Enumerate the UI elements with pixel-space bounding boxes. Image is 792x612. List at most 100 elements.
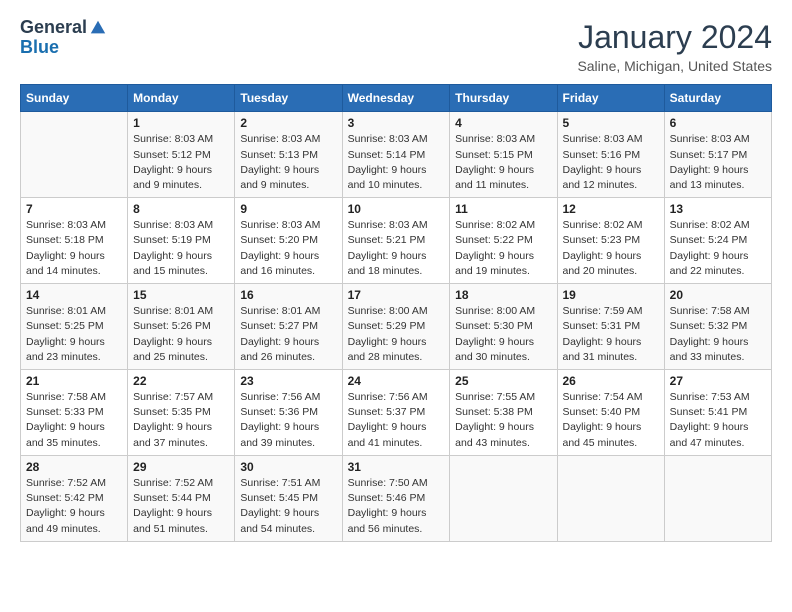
day-number: 2 [240, 116, 336, 130]
day-info: Sunrise: 8:03 AMSunset: 5:19 PMDaylight:… [133, 218, 229, 279]
calendar-week-1: 1 Sunrise: 8:03 AMSunset: 5:12 PMDaylight… [21, 112, 772, 198]
day-number: 30 [240, 460, 336, 474]
day-number: 12 [563, 202, 659, 216]
day-number: 20 [670, 288, 766, 302]
calendar-cell: 16 Sunrise: 8:01 AMSunset: 5:27 PMDayligh… [235, 284, 342, 370]
day-number: 15 [133, 288, 229, 302]
day-number: 19 [563, 288, 659, 302]
calendar-cell: 24 Sunrise: 7:56 AMSunset: 5:37 PMDayligh… [342, 370, 450, 456]
day-info: Sunrise: 8:03 AMSunset: 5:13 PMDaylight:… [240, 132, 336, 193]
calendar-cell: 14Sunrise: 8:01 AMSunset: 5:25 PMDayligh… [21, 284, 128, 370]
day-number: 26 [563, 374, 659, 388]
logo-general: General [20, 18, 87, 38]
calendar-cell: 3 Sunrise: 8:03 AMSunset: 5:14 PMDaylight… [342, 112, 450, 198]
day-number: 21 [26, 374, 122, 388]
calendar-cell: 18Sunrise: 8:00 AMSunset: 5:30 PMDayligh… [450, 284, 557, 370]
calendar-cell: 12 Sunrise: 8:02 AMSunset: 5:23 PMDayligh… [557, 198, 664, 284]
calendar-cell: 27 Sunrise: 7:53 AMSunset: 5:41 PMDayligh… [664, 370, 771, 456]
day-info: Sunrise: 8:03 AMSunset: 5:14 PMDaylight:… [348, 132, 445, 193]
calendar-cell: 6 Sunrise: 8:03 AMSunset: 5:17 PMDaylight… [664, 112, 771, 198]
day-number: 31 [348, 460, 445, 474]
calendar-cell: 19 Sunrise: 7:59 AMSunset: 5:31 PMDayligh… [557, 284, 664, 370]
day-info: Sunrise: 8:03 AMSunset: 5:17 PMDaylight:… [670, 132, 766, 193]
header-saturday: Saturday [664, 85, 771, 112]
calendar-cell: 10 Sunrise: 8:03 AMSunset: 5:21 PMDayligh… [342, 198, 450, 284]
calendar-cell: 29Sunrise: 7:52 AMSunset: 5:44 PMDayligh… [128, 455, 235, 541]
day-number: 24 [348, 374, 445, 388]
logo: General Blue [20, 18, 107, 58]
calendar-header: Sunday Monday Tuesday Wednesday Thursday… [21, 85, 772, 112]
calendar-cell: 21 Sunrise: 7:58 AMSunset: 5:33 PMDayligh… [21, 370, 128, 456]
calendar-cell: 1 Sunrise: 8:03 AMSunset: 5:12 PMDaylight… [128, 112, 235, 198]
day-number: 16 [240, 288, 336, 302]
day-number: 4 [455, 116, 551, 130]
day-info: Sunrise: 8:01 AMSunset: 5:25 PMDaylight:… [26, 304, 122, 365]
calendar-cell: 13 Sunrise: 8:02 AMSunset: 5:24 PMDayligh… [664, 198, 771, 284]
day-number: 9 [240, 202, 336, 216]
header-wednesday: Wednesday [342, 85, 450, 112]
calendar-cell: 9 Sunrise: 8:03 AMSunset: 5:20 PMDaylight… [235, 198, 342, 284]
day-info: Sunrise: 7:59 AMSunset: 5:31 PMDaylight:… [563, 304, 659, 365]
day-number: 18 [455, 288, 551, 302]
calendar-cell: 31Sunrise: 7:50 AMSunset: 5:46 PMDayligh… [342, 455, 450, 541]
day-info: Sunrise: 7:52 AMSunset: 5:44 PMDaylight:… [133, 476, 229, 537]
location-subtitle: Saline, Michigan, United States [577, 58, 772, 74]
calendar-cell: 7 Sunrise: 8:03 AMSunset: 5:18 PMDaylight… [21, 198, 128, 284]
day-info: Sunrise: 8:03 AMSunset: 5:21 PMDaylight:… [348, 218, 445, 279]
header-tuesday: Tuesday [235, 85, 342, 112]
calendar-cell: 5Sunrise: 8:03 AMSunset: 5:16 PMDaylight… [557, 112, 664, 198]
header-friday: Friday [557, 85, 664, 112]
day-info: Sunrise: 7:56 AMSunset: 5:36 PMDaylight:… [240, 390, 336, 451]
calendar-cell: 30 Sunrise: 7:51 AMSunset: 5:45 PMDayligh… [235, 455, 342, 541]
day-number: 11 [455, 202, 551, 216]
logo-icon [89, 19, 107, 37]
day-number: 28 [26, 460, 122, 474]
day-info: Sunrise: 7:53 AMSunset: 5:41 PMDaylight:… [670, 390, 766, 451]
day-info: Sunrise: 8:02 AMSunset: 5:24 PMDaylight:… [670, 218, 766, 279]
day-number: 13 [670, 202, 766, 216]
day-info: Sunrise: 8:02 AMSunset: 5:23 PMDaylight:… [563, 218, 659, 279]
day-info: Sunrise: 8:03 AMSunset: 5:18 PMDaylight:… [26, 218, 122, 279]
calendar-cell: 2 Sunrise: 8:03 AMSunset: 5:13 PMDaylight… [235, 112, 342, 198]
page: General Blue January 2024 Saline, Michig… [0, 0, 792, 612]
day-number: 6 [670, 116, 766, 130]
day-info: Sunrise: 7:56 AMSunset: 5:37 PMDaylight:… [348, 390, 445, 451]
day-number: 1 [133, 116, 229, 130]
day-info: Sunrise: 8:03 AMSunset: 5:16 PMDaylight:… [563, 132, 659, 193]
day-number: 25 [455, 374, 551, 388]
month-title: January 2024 [577, 18, 772, 56]
day-number: 3 [348, 116, 445, 130]
day-number: 10 [348, 202, 445, 216]
calendar-cell: 20 Sunrise: 7:58 AMSunset: 5:32 PMDayligh… [664, 284, 771, 370]
title-block: January 2024 Saline, Michigan, United St… [577, 18, 772, 74]
day-info: Sunrise: 7:57 AMSunset: 5:35 PMDaylight:… [133, 390, 229, 451]
day-number: 27 [670, 374, 766, 388]
day-info: Sunrise: 7:55 AMSunset: 5:38 PMDaylight:… [455, 390, 551, 451]
day-info: Sunrise: 8:03 AMSunset: 5:20 PMDaylight:… [240, 218, 336, 279]
calendar-week-5: 28 Sunrise: 7:52 AMSunset: 5:42 PMDayligh… [21, 455, 772, 541]
day-info: Sunrise: 8:03 AMSunset: 5:12 PMDaylight:… [133, 132, 229, 193]
day-number: 23 [240, 374, 336, 388]
calendar-cell [450, 455, 557, 541]
day-info: Sunrise: 8:01 AMSunset: 5:27 PMDaylight:… [240, 304, 336, 365]
calendar-cell: 17Sunrise: 8:00 AMSunset: 5:29 PMDayligh… [342, 284, 450, 370]
day-info: Sunrise: 8:02 AMSunset: 5:22 PMDaylight:… [455, 218, 551, 279]
day-number: 7 [26, 202, 122, 216]
calendar-cell: 11 Sunrise: 8:02 AMSunset: 5:22 PMDayligh… [450, 198, 557, 284]
calendar-cell: 26 Sunrise: 7:54 AMSunset: 5:40 PMDayligh… [557, 370, 664, 456]
calendar-cell: 22Sunrise: 7:57 AMSunset: 5:35 PMDayligh… [128, 370, 235, 456]
day-info: Sunrise: 7:52 AMSunset: 5:42 PMDaylight:… [26, 476, 122, 537]
day-info: Sunrise: 7:54 AMSunset: 5:40 PMDaylight:… [563, 390, 659, 451]
calendar-week-2: 7 Sunrise: 8:03 AMSunset: 5:18 PMDaylight… [21, 198, 772, 284]
header-sunday: Sunday [21, 85, 128, 112]
day-number: 8 [133, 202, 229, 216]
day-info: Sunrise: 7:58 AMSunset: 5:32 PMDaylight:… [670, 304, 766, 365]
day-info: Sunrise: 7:58 AMSunset: 5:33 PMDaylight:… [26, 390, 122, 451]
day-info: Sunrise: 8:00 AMSunset: 5:29 PMDaylight:… [348, 304, 445, 365]
day-info: Sunrise: 8:01 AMSunset: 5:26 PMDaylight:… [133, 304, 229, 365]
header-thursday: Thursday [450, 85, 557, 112]
logo-blue: Blue [20, 38, 59, 58]
calendar-table: Sunday Monday Tuesday Wednesday Thursday… [20, 84, 772, 541]
day-info: Sunrise: 7:51 AMSunset: 5:45 PMDaylight:… [240, 476, 336, 537]
calendar-cell: 28 Sunrise: 7:52 AMSunset: 5:42 PMDayligh… [21, 455, 128, 541]
